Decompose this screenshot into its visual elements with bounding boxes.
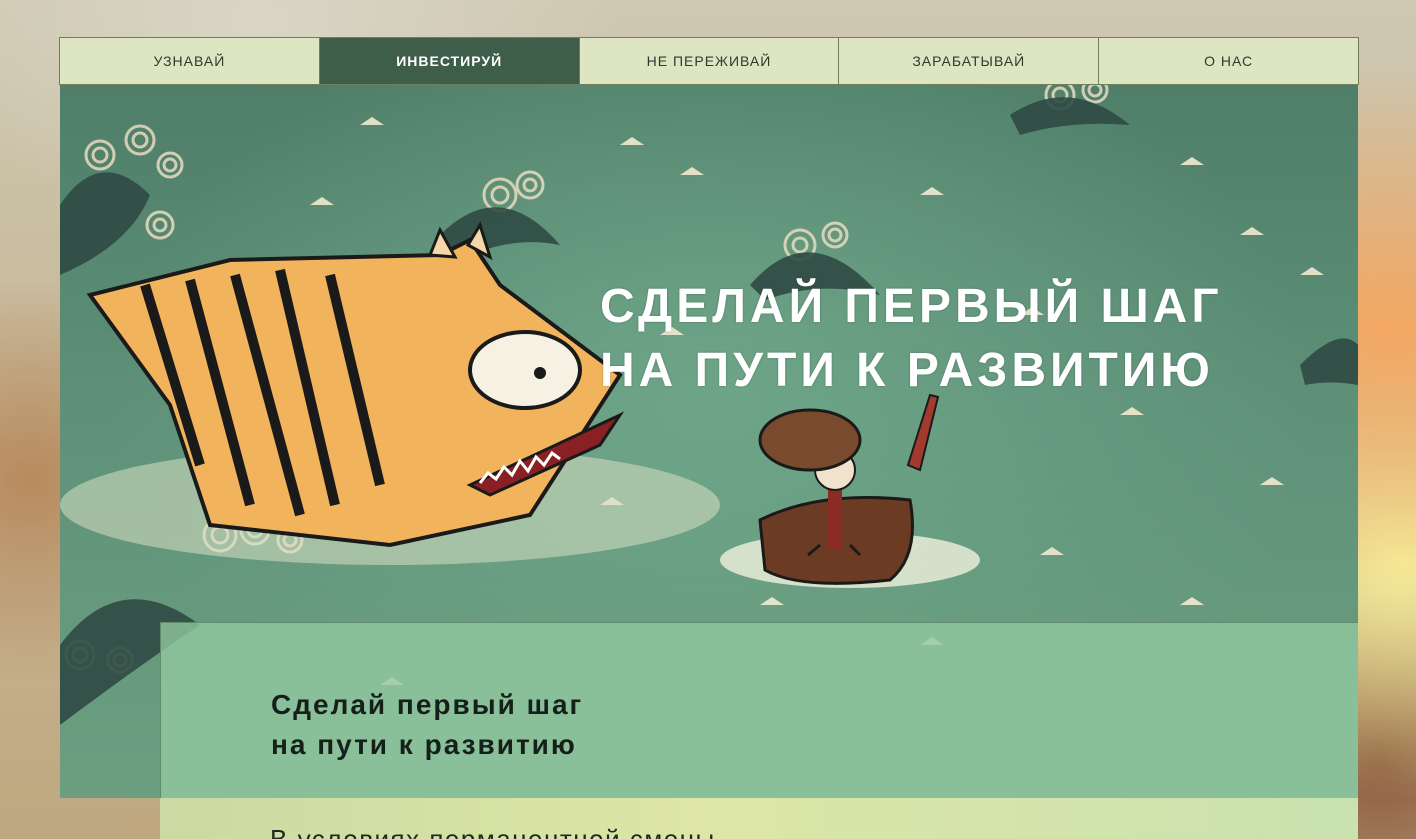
intro-card: Сделай первый шаг на пути к развитию bbox=[160, 622, 1358, 798]
nav-item-earn[interactable]: ЗАРАБАТЫВАЙ bbox=[839, 38, 1100, 84]
raft-character-illustration bbox=[720, 393, 980, 588]
lower-section-text: В условиях перманентной смены bbox=[270, 824, 716, 839]
nav-item-about[interactable]: О НАС bbox=[1099, 38, 1358, 84]
intro-card-title: Сделай первый шаг на пути к развитию bbox=[271, 685, 583, 765]
intro-card-title-line2: на пути к развитию bbox=[271, 729, 577, 760]
nav-item-learn[interactable]: УЗНАВАЙ bbox=[60, 38, 320, 84]
hero-title-line2: НА ПУТИ К РАЗВИТИЮ bbox=[600, 344, 1214, 397]
hero-title: СДЕЛАЙ ПЕРВЫЙ ШАГ НА ПУТИ К РАЗВИТИЮ bbox=[600, 275, 1300, 403]
hero-title-line1: СДЕЛАЙ ПЕРВЫЙ ШАГ bbox=[600, 280, 1223, 333]
nav-item-dont-worry[interactable]: НЕ ПЕРЕЖИВАЙ bbox=[580, 38, 840, 84]
intro-card-title-line1: Сделай первый шаг bbox=[271, 689, 584, 720]
nav-item-invest[interactable]: ИНВЕСТИРУЙ bbox=[319, 38, 580, 84]
lower-section: В условиях перманентной смены bbox=[160, 798, 1358, 839]
main-nav: УЗНАВАЙ ИНВЕСТИРУЙ НЕ ПЕРЕЖИВАЙ ЗАРАБАТЫ… bbox=[59, 37, 1359, 85]
